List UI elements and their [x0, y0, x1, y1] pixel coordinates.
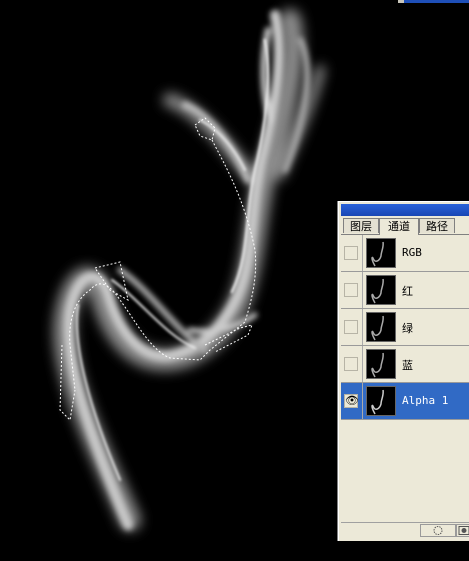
- channel-row-green[interactable]: 绿: [341, 309, 469, 346]
- tab-layers[interactable]: 图层: [343, 218, 379, 233]
- visibility-toggle[interactable]: [344, 357, 358, 371]
- eye-icon[interactable]: 👁: [344, 394, 359, 408]
- divider: [362, 383, 363, 419]
- channel-thumbnail: [366, 275, 396, 305]
- divider: [362, 235, 363, 271]
- channel-label: 红: [402, 285, 413, 298]
- palette-tabs: 图层 通道 路径: [341, 218, 469, 235]
- load-selection-icon[interactable]: [420, 524, 456, 537]
- divider: [362, 272, 363, 308]
- channels-palette: 图层 通道 路径 RGB 红 绿 蓝 👁 Alpha 1: [338, 201, 469, 541]
- visibility-toggle[interactable]: [344, 283, 358, 297]
- visibility-toggle[interactable]: [344, 246, 358, 260]
- channel-row-rgb[interactable]: RGB: [341, 235, 469, 272]
- tab-channels[interactable]: 通道: [379, 218, 419, 235]
- channel-label: 蓝: [402, 359, 413, 372]
- divider: [362, 346, 363, 382]
- save-selection-icon[interactable]: [456, 524, 469, 537]
- channel-label: 绿: [402, 322, 413, 335]
- tab-paths[interactable]: 路径: [419, 218, 455, 233]
- channel-label: RGB: [402, 246, 422, 259]
- channel-row-alpha-1[interactable]: 👁 Alpha 1: [341, 383, 469, 420]
- channel-row-blue[interactable]: 蓝: [341, 346, 469, 383]
- window-title-strip: [398, 0, 469, 3]
- channel-thumbnail: [366, 349, 396, 379]
- channel-thumbnail: [366, 386, 396, 416]
- channel-label: Alpha 1: [402, 394, 449, 407]
- divider: [362, 309, 363, 345]
- palette-footer: [341, 522, 469, 538]
- document-canvas[interactable]: 图层 通道 路径 RGB 红 绿 蓝 👁 Alpha 1: [0, 0, 469, 561]
- palette-titlebar[interactable]: [341, 204, 469, 216]
- visibility-toggle[interactable]: [344, 320, 358, 334]
- channel-thumbnail: [366, 312, 396, 342]
- channel-row-red[interactable]: 红: [341, 272, 469, 309]
- channel-list: RGB 红 绿 蓝 👁 Alpha 1: [341, 235, 469, 420]
- channel-thumbnail: [366, 238, 396, 268]
